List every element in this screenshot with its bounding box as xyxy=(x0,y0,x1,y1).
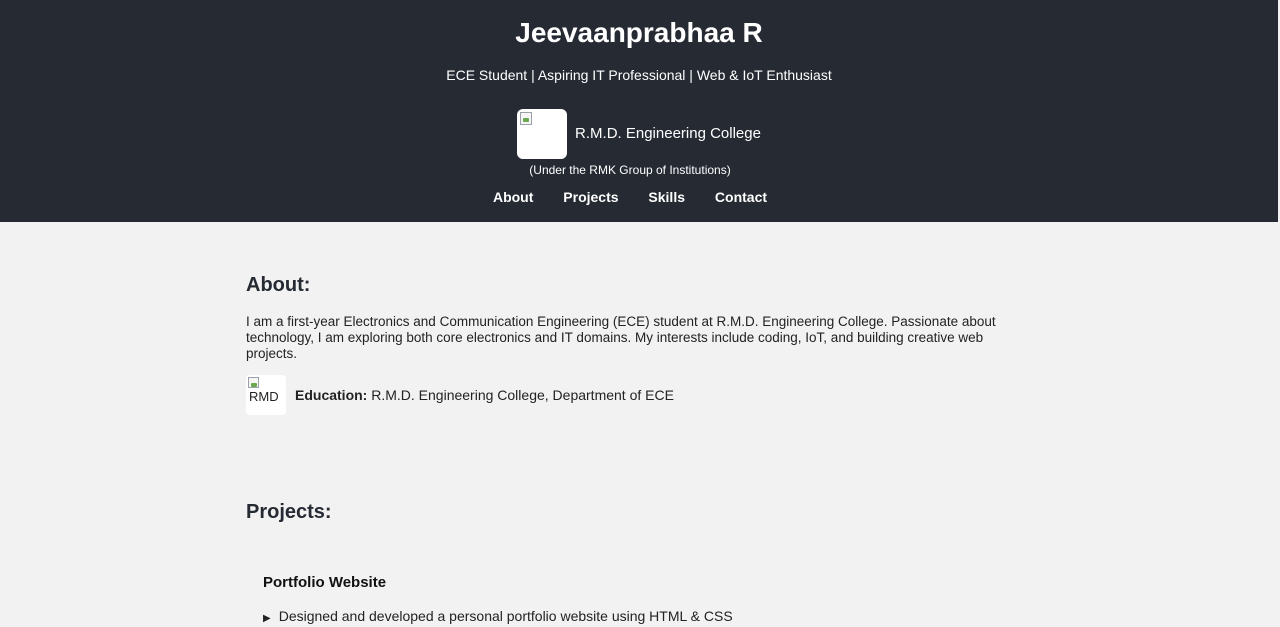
nav-link-contact[interactable]: Contact xyxy=(715,189,767,205)
education-label: Education: xyxy=(295,387,368,403)
education-row: RMD Education: R.M.D. Engineering Colleg… xyxy=(246,375,674,415)
about-heading: About: xyxy=(246,274,311,296)
main-nav: About Projects Skills Contact xyxy=(0,189,1260,205)
college-subtitle: (Under the RMK Group of Institutions) xyxy=(529,163,731,177)
broken-image-icon xyxy=(248,377,259,388)
nav-link-projects[interactable]: Projects xyxy=(563,189,618,205)
college-name: R.M.D. Engineering College xyxy=(575,125,761,142)
site-title: Jeevaanprabhaa R xyxy=(515,17,763,48)
education-text: Education: R.M.D. Engineering College, D… xyxy=(295,387,674,403)
project-title: Portfolio Website xyxy=(263,574,387,591)
site-header: Jeevaanprabhaa R ECE Student | Aspiring … xyxy=(0,0,1278,222)
project-description-text: Designed and developed a personal portfo… xyxy=(278,608,733,624)
bullet-icon: ▶ xyxy=(263,613,271,624)
nav-link-about[interactable]: About xyxy=(493,189,533,205)
broken-image-icon xyxy=(520,112,533,125)
project-description: ▶ Designed and developed a personal portf… xyxy=(263,608,733,627)
nav-link-skills[interactable]: Skills xyxy=(648,189,685,205)
college-logo xyxy=(517,109,568,159)
tagline: ECE Student | Aspiring IT Professional |… xyxy=(446,67,832,83)
projects-heading: Projects: xyxy=(246,501,332,523)
education-logo-alt: RMD xyxy=(249,389,279,404)
education-value: R.M.D. Engineering College, Department o… xyxy=(367,387,674,403)
about-text: I am a first-year Electronics and Commun… xyxy=(246,314,996,361)
education-logo: RMD xyxy=(246,375,286,415)
college-banner: R.M.D. Engineering College xyxy=(0,109,1278,159)
